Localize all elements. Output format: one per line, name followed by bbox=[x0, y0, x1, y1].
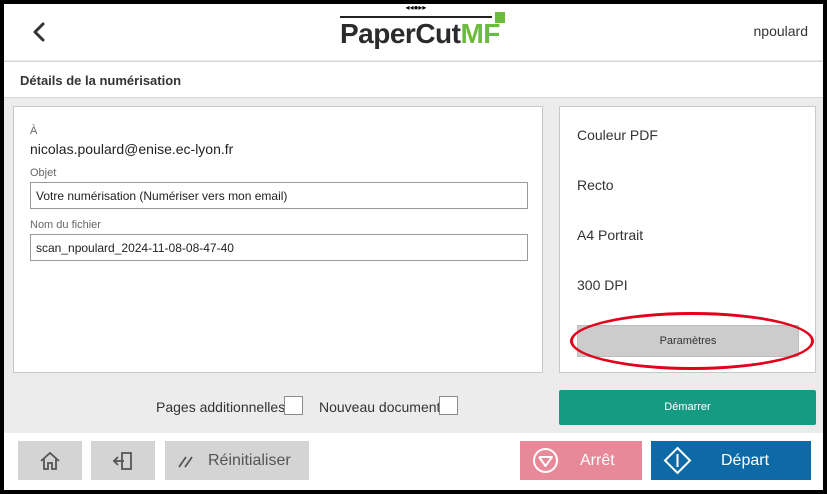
filename-label: Nom du fichier bbox=[30, 219, 101, 231]
new-document-checkbox[interactable] bbox=[439, 396, 458, 415]
header: ◂◂●▸▸ PaperCutMF npoulard bbox=[4, 4, 823, 60]
sides-setting: Recto bbox=[577, 177, 614, 193]
logout-button[interactable] bbox=[91, 441, 155, 480]
top-handle-tab[interactable]: ◂◂●▸▸ bbox=[340, 4, 492, 18]
subheader: Détails de la numérisation bbox=[4, 61, 823, 98]
papercut-logo: PaperCutMF bbox=[340, 18, 500, 54]
bottom-action-bar: Réinitialiser Arrêt Départ bbox=[4, 433, 823, 490]
color-setting: Couleur PDF bbox=[577, 127, 658, 143]
paper-setting: A4 Portrait bbox=[577, 227, 644, 243]
to-value: nicolas.poulard@enise.ec-lyon.fr bbox=[30, 141, 234, 157]
scan-screen: ◂◂●▸▸ PaperCutMF npoulard Détails de la … bbox=[4, 4, 823, 490]
logout-icon bbox=[112, 452, 132, 470]
parameters-button[interactable]: Paramètres bbox=[577, 325, 799, 357]
page-title: Détails de la numérisation bbox=[20, 73, 182, 88]
logo-accent-text: MF bbox=[460, 18, 500, 49]
chevron-left-icon bbox=[33, 22, 45, 42]
logo-main-text: PaperCut bbox=[340, 18, 461, 49]
scan-settings-panel: Couleur PDF Recto A4 Portrait 300 DPI Pa… bbox=[559, 106, 816, 373]
resolution-setting: 300 DPI bbox=[577, 277, 628, 293]
username: npoulard bbox=[753, 23, 809, 39]
reset-slashes-icon bbox=[178, 456, 193, 468]
reset-button[interactable]: Réinitialiser bbox=[165, 441, 309, 480]
stop-circle-icon bbox=[533, 448, 558, 473]
home-icon bbox=[40, 451, 60, 470]
additional-pages-checkbox[interactable] bbox=[284, 396, 303, 415]
start-diamond-icon bbox=[663, 446, 692, 475]
home-button[interactable] bbox=[18, 441, 82, 480]
additional-pages-label: Pages additionnelles bbox=[156, 399, 286, 415]
to-label: À bbox=[30, 125, 38, 137]
back-button[interactable] bbox=[26, 18, 54, 46]
stop-button[interactable]: Arrêt bbox=[520, 441, 642, 480]
logo-tag-icon bbox=[495, 12, 505, 23]
scan-details-panel: À nicolas.poulard@enise.ec-lyon.fr Objet… bbox=[13, 106, 543, 373]
subject-label: Objet bbox=[30, 167, 57, 179]
go-label: Départ bbox=[721, 452, 770, 469]
stop-label: Arrêt bbox=[580, 452, 615, 469]
reset-label: Réinitialiser bbox=[208, 452, 291, 469]
new-document-label: Nouveau document bbox=[319, 399, 441, 415]
filename-field[interactable] bbox=[30, 234, 528, 261]
go-button[interactable]: Départ bbox=[651, 441, 811, 480]
start-button[interactable]: Démarrer bbox=[559, 390, 816, 425]
subject-field[interactable] bbox=[30, 182, 528, 209]
